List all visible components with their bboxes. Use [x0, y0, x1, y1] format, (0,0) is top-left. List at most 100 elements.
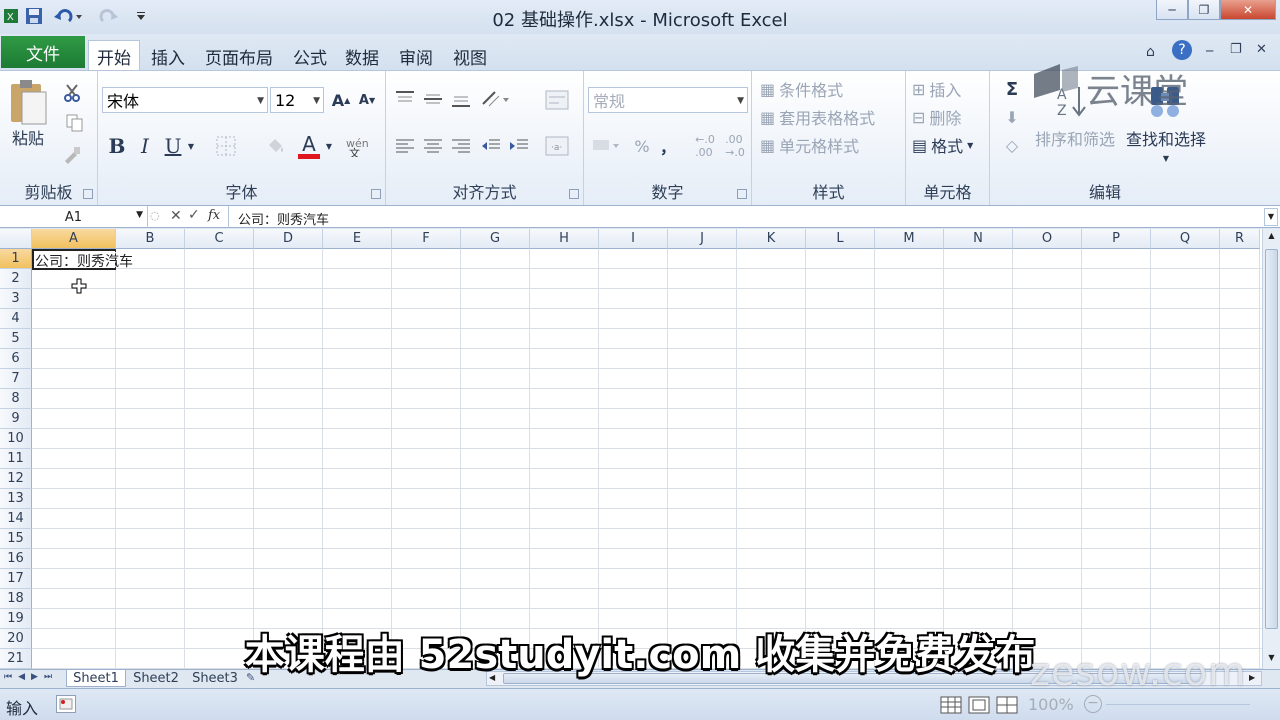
row-header-9[interactable]: 9	[0, 409, 32, 429]
orientation-icon[interactable]	[478, 87, 514, 111]
format-painter-icon[interactable]	[60, 143, 84, 167]
decrease-indent-icon[interactable]	[480, 133, 502, 159]
percent-button[interactable]: %	[632, 133, 652, 159]
doc-close-icon[interactable]: ✕	[1256, 42, 1267, 57]
expand-formula-bar-icon[interactable]: ▼	[1264, 208, 1278, 226]
row-header-11[interactable]: 11	[0, 449, 32, 469]
align-bottom-icon[interactable]	[450, 87, 472, 111]
cell-styles-button[interactable]: ▦ 单元格样式	[760, 133, 900, 157]
row-header-13[interactable]: 13	[0, 489, 32, 509]
column-header-r[interactable]: R	[1220, 229, 1260, 249]
formula-input[interactable]: 公司：则秀汽车	[238, 209, 329, 228]
insert-cells-button[interactable]: ⊞ 插入	[912, 77, 988, 101]
row-header-15[interactable]: 15	[0, 529, 32, 549]
column-header-i[interactable]: I	[599, 229, 668, 249]
align-left-icon[interactable]	[394, 133, 416, 159]
fill-color-icon[interactable]	[258, 133, 294, 159]
borders-icon[interactable]	[208, 133, 244, 159]
column-header-f[interactable]: F	[392, 229, 461, 249]
tab-insert[interactable]: 插入	[144, 40, 192, 72]
row-header-4[interactable]: 4	[0, 309, 32, 329]
fill-icon[interactable]: ⬇	[998, 105, 1026, 129]
grow-font-button[interactable]: A ▲	[330, 89, 352, 111]
row-header-10[interactable]: 10	[0, 429, 32, 449]
column-header-a[interactable]: A	[32, 229, 116, 249]
autosum-button[interactable]: Σ	[998, 77, 1026, 101]
number-launcher-icon[interactable]	[737, 189, 747, 199]
row-header-17[interactable]: 17	[0, 569, 32, 589]
name-box-dropdown-icon[interactable]: ▼	[136, 210, 143, 220]
decrease-decimal-icon[interactable]: .00 →.0	[722, 133, 748, 159]
merge-center-icon[interactable]: ·a·	[542, 133, 572, 159]
underline-button[interactable]: U	[162, 133, 184, 159]
column-header-d[interactable]: D	[254, 229, 323, 249]
tab-page-layout[interactable]: 页面布局	[198, 40, 280, 72]
font-color-button[interactable]: A	[296, 131, 322, 161]
row-header-1[interactable]: 1	[0, 249, 32, 269]
cancel-entry-icon[interactable]: ✕	[170, 208, 182, 224]
comma-button[interactable]: ，	[658, 133, 678, 159]
column-header-e[interactable]: E	[323, 229, 392, 249]
alignment-launcher-icon[interactable]	[569, 189, 579, 199]
column-header-n[interactable]: N	[944, 229, 1013, 249]
column-header-j[interactable]: J	[668, 229, 737, 249]
formula-bar-resize-icon[interactable]: ◌	[150, 209, 160, 222]
worksheet-grid[interactable]: ABCDEFGHIJKLMNOPQR 1 2 3 4 5 6 7 8 9 10 11 12 13 14 15…	[0, 229, 1262, 669]
tab-review[interactable]: 审阅	[392, 40, 440, 72]
paste-label[interactable]: 粘贴	[6, 127, 50, 148]
restore-button[interactable]: ❐	[1188, 0, 1220, 20]
help-icon[interactable]: ?	[1172, 40, 1192, 60]
row-header-12[interactable]: 12	[0, 469, 32, 489]
format-as-table-button[interactable]: ▦ 套用表格格式	[760, 105, 900, 129]
copy-icon[interactable]	[60, 111, 90, 135]
zoom-level[interactable]: 100%	[1028, 695, 1074, 714]
wrap-text-icon[interactable]	[542, 87, 572, 113]
accounting-format-icon[interactable]	[588, 133, 624, 159]
font-color-dropdown-icon[interactable]: ▼	[324, 139, 334, 153]
zoom-out-icon[interactable]: −	[1084, 695, 1102, 713]
column-header-c[interactable]: C	[185, 229, 254, 249]
align-right-icon[interactable]	[450, 133, 472, 159]
row-header-3[interactable]: 3	[0, 289, 32, 309]
phonetic-icon[interactable]: wén 文	[342, 133, 378, 159]
row-header-14[interactable]: 14	[0, 509, 32, 529]
insert-function-button[interactable]: fx	[208, 208, 220, 223]
delete-cells-button[interactable]: ⊟ 删除	[912, 105, 988, 129]
close-button[interactable]: ✕	[1220, 0, 1276, 20]
tab-formulas[interactable]: 公式	[286, 40, 334, 72]
column-header-h[interactable]: H	[530, 229, 599, 249]
underline-dropdown-icon[interactable]: ▼	[186, 139, 196, 153]
column-header-p[interactable]: P	[1082, 229, 1151, 249]
bold-button[interactable]: B	[106, 133, 128, 159]
increase-decimal-icon[interactable]: ←.0.00	[692, 133, 718, 159]
column-header-k[interactable]: K	[737, 229, 806, 249]
sort-filter-label[interactable]: 排序和筛选	[1030, 125, 1120, 151]
confirm-entry-icon[interactable]: ✓	[188, 207, 200, 223]
minimize-ribbon-icon[interactable]: ⌂	[1146, 44, 1155, 60]
select-all-corner[interactable]	[0, 229, 32, 249]
scroll-up-icon[interactable]: ▲	[1265, 231, 1278, 245]
italic-button[interactable]: I	[134, 133, 156, 159]
minimize-button[interactable]: ─	[1156, 0, 1188, 20]
column-header-g[interactable]: G	[461, 229, 530, 249]
tab-view[interactable]: 视图	[446, 40, 494, 72]
column-header-q[interactable]: Q	[1151, 229, 1220, 249]
page-layout-view-icon[interactable]	[968, 695, 990, 715]
zoom-slider[interactable]	[1106, 704, 1250, 705]
page-break-view-icon[interactable]	[996, 695, 1018, 715]
vertical-scrollbar[interactable]: ▲ ▼	[1262, 229, 1280, 669]
number-format-combo[interactable]: 常规 ▼	[588, 87, 748, 113]
tab-data[interactable]: 数据	[338, 40, 386, 72]
tab-home[interactable]: 开始	[88, 40, 140, 72]
align-middle-icon[interactable]	[422, 87, 444, 111]
format-cells-button[interactable]: ▤ 格式 ▼	[912, 133, 988, 157]
font-size-combo[interactable]: 12 ▼	[270, 87, 324, 113]
find-select-label[interactable]: 查找和选择	[1118, 125, 1214, 151]
row-header-6[interactable]: 6	[0, 349, 32, 369]
shrink-font-button[interactable]: A ▼	[356, 89, 378, 111]
clipboard-launcher-icon[interactable]	[83, 189, 93, 199]
align-top-icon[interactable]	[394, 87, 416, 111]
cut-icon[interactable]	[60, 81, 84, 105]
clear-icon[interactable]: ◇	[998, 133, 1026, 157]
column-header-m[interactable]: M	[875, 229, 944, 249]
